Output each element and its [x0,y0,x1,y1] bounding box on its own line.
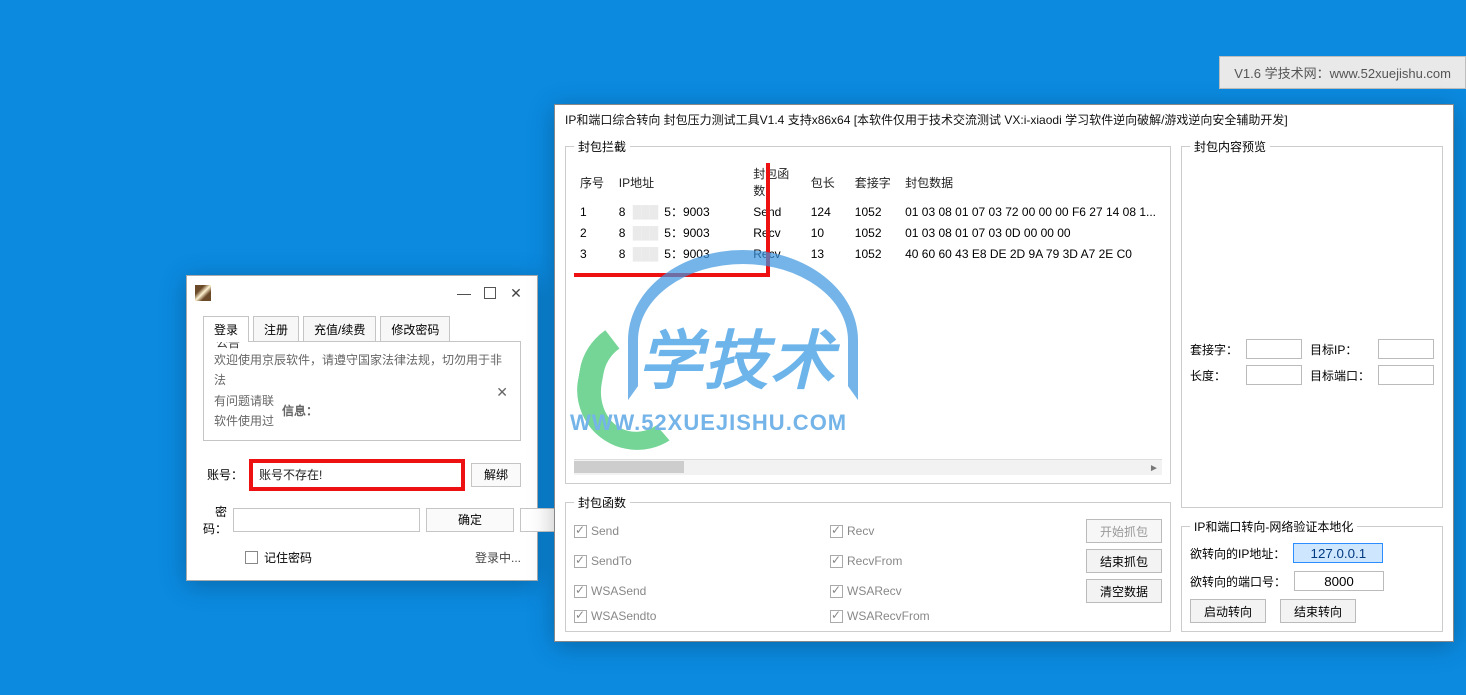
unbind-button[interactable]: 解绑 [471,463,521,487]
col-index[interactable]: 序号 [574,163,613,201]
start-forward-button[interactable]: 启动转向 [1190,599,1266,623]
announce-line2b: 软件使用过 [214,411,274,431]
horizontal-scrollbar[interactable]: ◄ ► [574,459,1162,475]
announcement-box: 公告 欢迎使用京辰软件，请遵守国家法律法规，切勿用于非法 有问题请联 软件使用过… [203,341,521,441]
scroll-thumb[interactable] [574,461,684,473]
end-forward-button[interactable]: 结束转向 [1280,599,1356,623]
socket-input[interactable] [1246,339,1302,359]
tab-changepwd[interactable]: 修改密码 [380,316,450,342]
error-text: 账号不存在! [259,466,322,483]
table-row[interactable]: 18███5：9003Send124105201 03 08 01 07 03 … [574,201,1162,222]
account-label: 账号： [203,466,243,483]
tab-register[interactable]: 注册 [253,316,299,342]
table-row[interactable]: 38███5：9003Recv13105240 60 60 43 E8 DE 2… [574,243,1162,264]
start-capture-button[interactable]: 开始抓包 [1086,519,1162,543]
password-label: 密码： [203,503,227,537]
chk-recvfrom[interactable]: RecvFrom [830,554,1072,568]
forward-fieldset: IP和端口转向-网络验证本地化 欲转向的IP地址： 欲转向的端口号： 启动转向 … [1181,518,1443,632]
message-label: 信息： [282,401,318,421]
forward-ip-label: 欲转向的IP地址： [1190,545,1285,562]
tool-title: IP和端口综合转向 封包压力测试工具V1.4 支持x86x64 [本软件仅用于技… [555,105,1453,134]
length-label: 长度： [1190,367,1238,384]
remember-label: 记住密码 [264,549,312,566]
capture-legend: 封包拦截 [574,138,630,155]
tab-login[interactable]: 登录 [203,316,249,342]
col-len[interactable]: 包长 [805,163,849,201]
target-ip-label: 目标IP： [1310,341,1370,358]
chk-sendto[interactable]: SendTo [574,554,816,568]
forward-ip-input[interactable] [1293,543,1383,563]
login-status: 登录中... [475,549,521,566]
scroll-right-icon[interactable]: ► [1146,460,1162,476]
confirm-button[interactable]: 确定 [426,508,514,532]
packet-table[interactable]: 序号 IP地址 封包函数 包长 套接字 封包数据 18███5：9003Send… [574,163,1162,264]
table-row[interactable]: 28███5：9003Recv10105201 03 08 01 07 03 0… [574,222,1162,243]
socket-label: 套接字： [1190,341,1238,358]
end-capture-button[interactable]: 结束抓包 [1086,549,1162,573]
clear-data-button[interactable]: 清空数据 [1086,579,1162,603]
col-data[interactable]: 封包数据 [899,163,1162,201]
password-input[interactable] [233,508,420,532]
site-badge: V1.6 学技术网：www.52xuejishu.com [1219,56,1466,89]
close-button[interactable]: ✕ [503,282,529,304]
col-socket[interactable]: 套接字 [849,163,899,201]
target-port-label: 目标端口： [1310,367,1370,384]
error-highlight: 账号不存在! [249,459,465,491]
col-func[interactable]: 封包函数 [747,163,804,201]
remember-checkbox[interactable] [245,551,258,564]
target-ip-input[interactable] [1378,339,1434,359]
chk-wsarecvfrom[interactable]: WSARecvFrom [830,609,1072,623]
forward-port-input[interactable] [1294,571,1384,591]
app-icon [195,285,211,301]
message-close-icon[interactable]: ✕ [496,384,508,401]
target-port-input[interactable] [1378,365,1434,385]
maximize-button[interactable] [477,282,503,304]
preview-fieldset: 封包内容预览 套接字： 目标IP： 长度： 目标端口： [1181,138,1443,508]
chk-wsasendto[interactable]: WSASendto [574,609,816,623]
functions-legend: 封包函数 [574,494,630,511]
length-input[interactable] [1246,365,1302,385]
tool-window: IP和端口综合转向 封包压力测试工具V1.4 支持x86x64 [本软件仅用于技… [554,104,1454,642]
login-titlebar: — ✕ [187,276,537,310]
capture-fieldset: 封包拦截 序号 IP地址 封包函数 包长 套接字 封包数据 18███5：900… [565,138,1171,484]
chk-send[interactable]: Send [574,524,816,538]
functions-fieldset: 封包函数 Send Recv 开始抓包 SendTo RecvFrom 结束抓包… [565,494,1171,632]
login-window: — ✕ 登录 注册 充值/续费 修改密码 公告 欢迎使用京辰软件，请遵守国家法律… [186,275,538,581]
chk-recv[interactable]: Recv [830,524,1072,538]
col-ip[interactable]: IP地址 [613,163,748,201]
forward-port-label: 欲转向的端口号： [1190,573,1286,590]
announce-line1: 欢迎使用京辰软件，请遵守国家法律法规，切勿用于非法 [214,350,510,391]
chk-wsarecv[interactable]: WSARecv [830,584,1072,598]
chk-wsasend[interactable]: WSASend [574,584,816,598]
announce-line2a: 有问题请联 [214,391,274,411]
preview-legend: 封包内容预览 [1190,138,1270,155]
forward-legend: IP和端口转向-网络验证本地化 [1190,518,1357,535]
login-tabs: 登录 注册 充值/续费 修改密码 [203,316,521,342]
tab-recharge[interactable]: 充值/续费 [303,316,376,342]
minimize-button[interactable]: — [451,282,477,304]
